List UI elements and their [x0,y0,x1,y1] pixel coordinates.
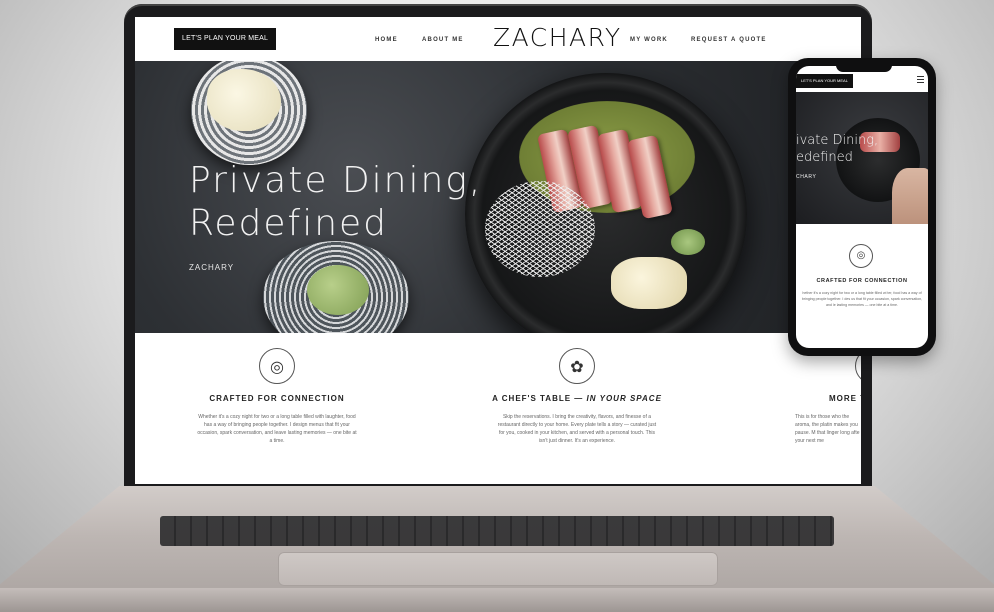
laptop-screen: LET'S PLAN YOUR MEAL HOME ABOUT ME ZACHA… [135,17,861,484]
hero-section: Private Dining, Redefined ZACHARY [135,61,861,333]
plate-icon: ◎ [259,348,295,384]
phone-notch [836,62,892,72]
laptop-keyboard [160,516,834,546]
nav-link-my-work[interactable]: MY WORK [630,37,668,43]
hero-subtitle: ZACHARY [189,263,235,272]
brand-logo[interactable]: ZACHARY [493,23,622,52]
phone-hero: ivate Dining, edefined CHARY [796,92,928,224]
phone-hero-title: ivate Dining, edefined [796,133,879,165]
site-nav: LET'S PLAN YOUR MEAL HOME ABOUT ME ZACHA… [135,17,861,61]
nav-link-request-quote[interactable]: REQUEST A QUOTE [691,37,767,43]
hamburger-menu-icon[interactable] [917,76,924,83]
plan-meal-button[interactable]: LET'S PLAN YOUR MEAL [174,28,277,50]
phone-plan-meal-button[interactable]: LET'S PLAN YOUR MEAL [796,74,853,88]
flower-icon: ✿ [559,348,595,384]
phone-plate-icon: ◎ [849,244,873,268]
feature-text: Skip the reservations. I bring the creat… [497,414,657,444]
phone-feature-title: CRAFTED FOR CONNECTION [816,278,908,284]
feature-chefs-table: ✿ A CHEF'S TABLE — IN YOUR SPACE Skip th… [487,333,667,445]
phone-screen: LET'S PLAN YOUR MEAL ivate Dining, edefi… [796,66,928,348]
phone-hero-subtitle: CHARY [796,174,817,180]
ginger-garnish-image [611,257,687,309]
nav-link-home[interactable]: HOME [375,37,398,43]
feature-title: A CHEF'S TABLE — IN YOUR SPACE [492,394,662,403]
laptop-trackpad [278,552,718,586]
hero-title: Private Dining, Redefined [189,160,483,244]
feature-title: CRAFTED FOR CONNECTION [209,394,345,403]
phone-feature-text: hether it's a cozy night for two or a lo… [801,291,923,307]
nav-link-about-me[interactable]: ABOUT ME [422,37,464,43]
wasabi-garnish-image [671,229,705,255]
feature-text: Whether it's a cozy night for two or a l… [197,414,357,444]
feature-crafted-for-connection: ◎ CRAFTED FOR CONNECTION Whether it's a … [187,333,367,445]
feature-text: This is for those who the aroma, the pla… [795,414,860,444]
features-section: ◎ CRAFTED FOR CONNECTION Whether it's a … [135,333,861,484]
wasabi-bowl-image [263,241,409,333]
feature-title: MORE T [829,394,861,403]
laptop-base-front [0,588,994,612]
ginger-bowl-image [191,61,307,165]
shredded-radish-image [485,181,595,277]
phone-hand-image [892,168,928,224]
